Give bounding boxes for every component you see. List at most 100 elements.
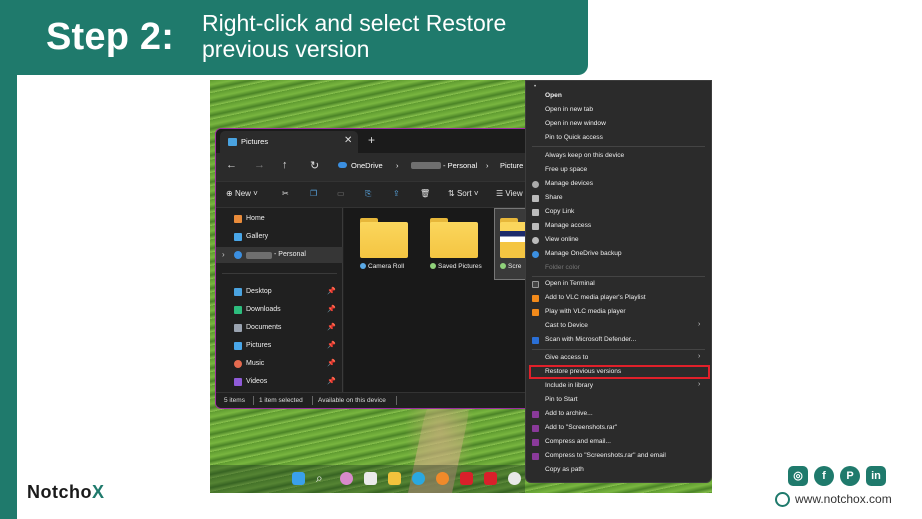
menu-item-pin-start[interactable]: Pin to Start (526, 394, 711, 407)
navigation-pane: Home Gallery › - Personal Desktop 📌 Down… (216, 208, 343, 393)
chevron-right-icon: › (698, 321, 701, 328)
menu-item-open-new-window[interactable]: Open in new window (526, 118, 711, 131)
menu-item-include-library[interactable]: Include in library › (526, 380, 711, 393)
pin-icon[interactable]: 📌 (327, 377, 336, 385)
nav-item-gallery[interactable]: Gallery (216, 229, 343, 245)
menu-label: Always keep on this device (545, 152, 625, 159)
instagram-icon[interactable]: ◎ (788, 466, 808, 486)
website-link[interactable]: www.notchox.com (795, 492, 892, 506)
menu-item-give-access[interactable]: Give access to › (526, 352, 711, 365)
downloads-icon (234, 306, 242, 314)
delete-icon[interactable]: 🗑 (420, 189, 430, 198)
firefox-icon[interactable] (436, 472, 449, 485)
pin-icon[interactable]: 📌 (327, 305, 336, 313)
app-icon[interactable] (484, 472, 497, 485)
globe-icon (532, 237, 539, 244)
nav-label: Gallery (246, 233, 269, 240)
up-arrow-icon[interactable]: ↑ (282, 159, 288, 171)
pin-icon[interactable]: 📌 (327, 287, 336, 295)
pin-icon[interactable]: 📌 (327, 323, 336, 331)
nav-item-pictures[interactable]: Pictures 📌 (216, 338, 343, 354)
facebook-icon[interactable]: f (814, 466, 834, 486)
menu-item-free-up-space[interactable]: Free up space (526, 164, 711, 177)
menu-label: Copy Link (545, 208, 575, 215)
menu-item-open-terminal[interactable]: Open in Terminal (526, 278, 711, 291)
menu-item-scan-defender[interactable]: Scan with Microsoft Defender... (526, 334, 711, 347)
copy-icon[interactable]: ❐ (310, 189, 317, 198)
share-icon[interactable]: ⇪ (393, 189, 400, 198)
nav-item-onedrive[interactable]: › - Personal (216, 247, 343, 263)
breadcrumb-onedrive[interactable]: OneDrive (351, 161, 383, 170)
nav-label: Downloads (246, 306, 281, 313)
menu-item-compress-rar-email[interactable]: Compress to "Screenshots.rar" and email (526, 450, 711, 463)
close-tab-icon[interactable]: ✕ (344, 135, 352, 146)
nav-item-music[interactable]: Music 📌 (216, 356, 343, 372)
menu-item-copy-as-path[interactable]: Copy as path (526, 464, 711, 477)
documents-icon (234, 324, 242, 332)
menu-item-pin-quick-access[interactable]: Pin to Quick access (526, 132, 711, 145)
copilot-icon[interactable] (340, 472, 353, 485)
chevron-right-icon[interactable]: › (222, 250, 225, 259)
edge-browser-icon[interactable] (412, 472, 425, 485)
refresh-icon[interactable]: ↻ (310, 159, 319, 172)
breadcrumb-pictures[interactable]: Picture (500, 161, 523, 170)
tab-pictures[interactable]: Pictures ✕ (220, 131, 358, 153)
nav-item-desktop[interactable]: Desktop 📌 (216, 284, 343, 300)
menu-item-add-archive[interactable]: Add to archive... (526, 408, 711, 421)
menu-label: Add to "Screenshots.rar" (545, 424, 618, 431)
pin-icon[interactable]: 📌 (327, 341, 336, 349)
menu-item-open-new-tab[interactable]: Open in new tab (526, 104, 711, 117)
nav-item-videos[interactable]: Videos 📌 (216, 374, 343, 390)
cut-icon[interactable]: ✂ (282, 189, 289, 198)
nav-item-documents[interactable]: Documents 📌 (216, 320, 343, 336)
menu-item-compress-email[interactable]: Compress and email... (526, 436, 711, 449)
back-arrow-icon[interactable]: ← (226, 159, 237, 171)
menu-item-folder-color[interactable]: Folder color (526, 262, 711, 275)
folder-label-screenshots: Scre (500, 263, 521, 270)
netflix-icon[interactable] (460, 472, 473, 485)
cloud-status-icon (360, 263, 366, 269)
header-banner: Step 2: Right-click and select Restore p… (0, 0, 588, 75)
menu-item-always-keep[interactable]: Always keep on this device (526, 150, 711, 163)
view-button[interactable]: ☰ View (496, 189, 523, 198)
breadcrumb-personal[interactable]: - Personal (443, 161, 477, 170)
desktop-icon (234, 288, 242, 296)
menu-item-open[interactable]: Open (526, 90, 711, 103)
menu-item-add-rar[interactable]: Add to "Screenshots.rar" (526, 422, 711, 435)
menu-label: Open (545, 92, 562, 99)
menu-item-view-online[interactable]: View online (526, 234, 711, 247)
new-tab-button[interactable]: + (368, 133, 375, 147)
menu-item-add-vlc-playlist[interactable]: Add to VLC media player's Playlist (526, 292, 711, 305)
folder-name: Scre (508, 263, 522, 270)
menu-item-manage-devices[interactable]: Manage devices (526, 178, 711, 191)
pin-icon[interactable]: 📌 (327, 359, 336, 367)
search-icon[interactable]: ⌕ (316, 472, 329, 485)
task-view-icon[interactable] (364, 472, 377, 485)
linkedin-icon[interactable]: in (866, 466, 886, 486)
menu-item-copy-link[interactable]: Copy Link (526, 206, 711, 219)
share-icon (532, 195, 539, 202)
status-availability: Available on this device (318, 397, 386, 404)
menu-item-share[interactable]: Share (526, 192, 711, 205)
view-label: View (505, 189, 523, 198)
menu-label: Pin to Quick access (545, 134, 603, 141)
new-button[interactable]: ⊕ New ˅ (226, 189, 258, 198)
rename-icon[interactable]: ⎘ (365, 189, 371, 199)
forward-arrow-icon[interactable]: → (254, 159, 265, 171)
chevron-right-icon: › (698, 353, 701, 360)
nav-item-downloads[interactable]: Downloads 📌 (216, 302, 343, 318)
chrome-icon[interactable] (508, 472, 521, 485)
file-explorer-icon[interactable] (388, 472, 401, 485)
menu-item-play-vlc[interactable]: Play with VLC media player (526, 306, 711, 319)
sort-button[interactable]: ⇅ Sort ˅ (448, 189, 479, 198)
folder-icon-body (430, 222, 478, 258)
nav-item-home[interactable]: Home (216, 211, 343, 227)
menu-item-manage-access[interactable]: Manage access (526, 220, 711, 233)
menu-label: Open in new tab (545, 106, 594, 113)
menu-item-manage-backup[interactable]: Manage OneDrive backup (526, 248, 711, 261)
onedrive-cloud-icon (532, 251, 539, 258)
menu-item-cast-to-device[interactable]: Cast to Device › (526, 320, 711, 333)
start-menu-icon[interactable] (292, 472, 305, 485)
paste-icon[interactable]: ▭ (337, 189, 345, 198)
pinterest-icon[interactable]: P (840, 466, 860, 486)
